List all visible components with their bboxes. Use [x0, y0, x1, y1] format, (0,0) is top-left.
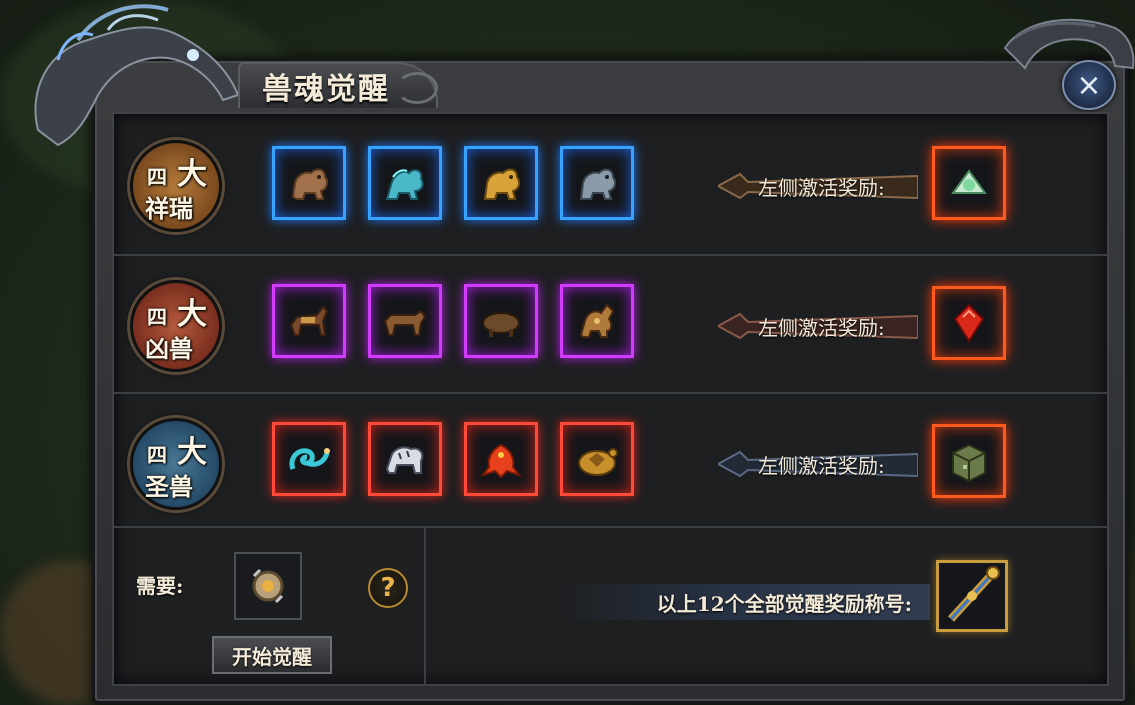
row-divider: [114, 392, 1107, 394]
beast-slot[interactable]: [368, 422, 442, 496]
badge-label: 祥瑞: [145, 194, 193, 223]
reward-label-ribbon: 左侧激活奖励:: [718, 446, 918, 482]
badge-char: 四: [147, 305, 167, 329]
beast-slot[interactable]: [464, 422, 538, 496]
beast-slot[interactable]: [464, 284, 538, 358]
reward-slot[interactable]: [932, 424, 1006, 498]
category-badge-sacred: 四 大 圣兽: [130, 418, 222, 510]
horse-beast-icon: [289, 305, 329, 336]
question-icon: ?: [380, 573, 396, 603]
dragon-ornament-icon: [1003, 18, 1135, 70]
cloud-swirl-icon: [396, 72, 438, 104]
badge-char: 大: [177, 297, 207, 332]
row-divider: [114, 254, 1107, 256]
jade-item-icon: [951, 169, 987, 194]
reward-label: 左侧激活奖励:: [758, 315, 885, 340]
final-reward-slot[interactable]: [936, 560, 1008, 632]
qilin-beast-icon: [579, 303, 615, 338]
reward-label: 左侧激活奖励:: [758, 175, 885, 200]
badge-char: 四: [147, 443, 167, 467]
start-awakening-button[interactable]: 开始觉醒: [212, 636, 332, 674]
help-button[interactable]: ?: [368, 568, 408, 608]
final-reward-text: 以上12个全部觉醒奖励称号:: [656, 591, 912, 616]
title-scepter-icon: [948, 566, 1000, 622]
badge-label: 凶兽: [145, 334, 193, 363]
beast-slot[interactable]: [464, 146, 538, 220]
title-tab: 兽魂觉醒: [238, 62, 438, 108]
final-reward-label: 以上12个全部觉醒奖励称号:: [560, 584, 930, 620]
black-tortoise-icon: [578, 448, 618, 476]
silver-beast-icon: [579, 168, 617, 200]
gold-beast-icon: [483, 168, 521, 200]
bronze-beast-icon: [291, 168, 329, 200]
reward-slot[interactable]: [932, 286, 1006, 360]
beast-slot[interactable]: [560, 422, 634, 496]
badge-char: 大: [177, 435, 207, 470]
beast-slot[interactable]: [272, 422, 346, 496]
azure-dragon-icon: [289, 448, 330, 470]
close-icon: ×: [1076, 67, 1102, 103]
start-awakening-label: 开始觉醒: [232, 644, 312, 669]
vermilion-bird-icon: [480, 443, 522, 479]
category-badge-fierce: 四 大 凶兽: [130, 280, 222, 372]
reward-label: 左侧激活奖励:: [758, 453, 885, 478]
badge-char: 大: [177, 157, 207, 192]
category-badge-auspicious: 四 大 祥瑞: [130, 140, 222, 232]
ox-beast-icon: [383, 309, 427, 336]
badge-label: 圣兽: [145, 472, 193, 501]
reward-label-ribbon: 左侧激活奖励:: [718, 168, 918, 204]
cyan-beast-icon: [385, 169, 424, 200]
beast-slot[interactable]: [272, 146, 346, 220]
page-title: 兽魂觉醒: [262, 72, 390, 107]
reward-label-ribbon: 左侧激活奖励:: [718, 308, 918, 344]
requirement-slot[interactable]: [234, 552, 302, 620]
beast-slot[interactable]: [368, 146, 442, 220]
badge-char: 四: [147, 165, 167, 189]
boar-beast-icon: [482, 312, 520, 337]
beast-slot[interactable]: [560, 146, 634, 220]
requirement-label: 需要:: [136, 574, 184, 598]
white-tiger-icon: [385, 446, 424, 474]
column-divider: [424, 528, 426, 684]
row-divider: [114, 526, 1107, 528]
red-gem-icon: [953, 303, 985, 343]
reward-slot[interactable]: [932, 146, 1006, 220]
bronze-cube-icon: [952, 443, 986, 483]
awakening-stone-icon: [252, 568, 284, 604]
beast-slot[interactable]: [272, 284, 346, 358]
beast-slot[interactable]: [368, 284, 442, 358]
beast-slot[interactable]: [560, 284, 634, 358]
close-button[interactable]: ×: [1062, 60, 1116, 110]
